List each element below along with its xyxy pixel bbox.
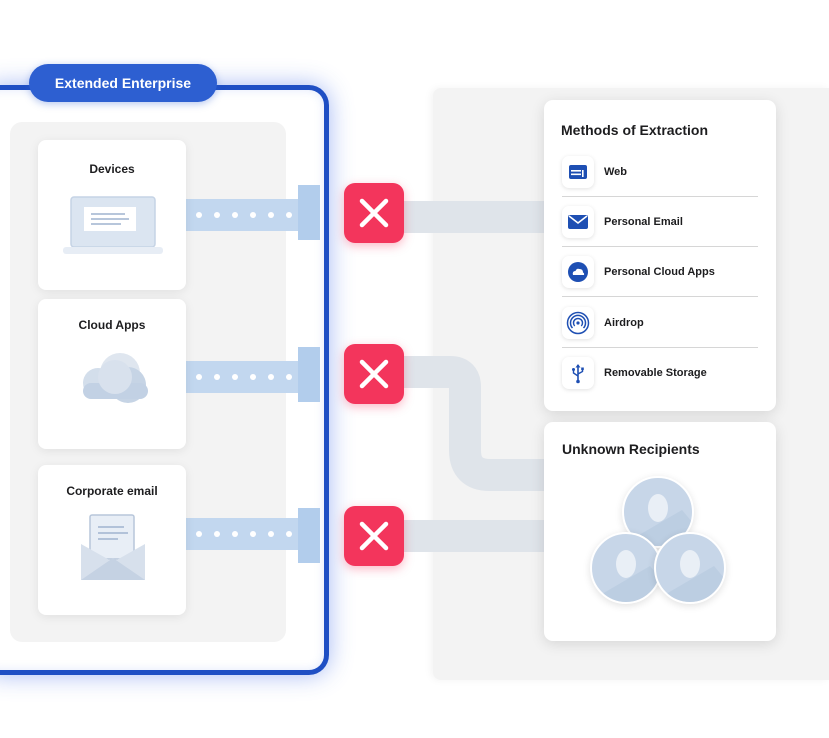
boundary-port-email <box>298 508 320 563</box>
cloud-icon <box>83 353 148 403</box>
unknown-recipients-card: Unknown Recipients <box>544 422 776 641</box>
flow-dot <box>214 531 220 537</box>
method-label-web: Web <box>604 166 628 178</box>
flow-dot <box>268 212 274 218</box>
source-card-cloud-apps: Cloud Apps <box>38 299 186 449</box>
recipients-title: Unknown Recipients <box>562 441 700 457</box>
methods-title: Methods of Extraction <box>561 122 709 138</box>
method-label-airdrop: Airdrop <box>604 317 644 329</box>
source-card-corporate-email: Corporate email <box>38 465 186 615</box>
blocked-x-icon <box>344 183 404 243</box>
flow-dot <box>232 374 238 380</box>
source-card-devices: Devices <box>38 140 186 290</box>
flow-dot <box>214 212 220 218</box>
flow-dot <box>250 531 256 537</box>
divider <box>562 246 758 247</box>
method-label-removable-storage: Removable Storage <box>604 367 707 379</box>
flow-out-email <box>404 520 544 552</box>
cloud-icon <box>562 256 594 288</box>
source-card-title: Corporate email <box>66 484 158 498</box>
flow-out-cloud <box>400 356 550 491</box>
flow-dot <box>286 374 292 380</box>
airdrop-icon <box>562 307 594 339</box>
flow-dot <box>196 374 202 380</box>
methods-of-extraction-card: Methods of Extraction Web Personal Email… <box>544 100 776 411</box>
mail-icon <box>562 206 594 238</box>
flow-out-devices <box>404 201 544 233</box>
browser-window-icon <box>562 156 594 188</box>
boundary-port-devices <box>298 185 320 240</box>
blocked-x-icon <box>344 344 404 404</box>
method-label-personal-cloud-apps: Personal Cloud Apps <box>604 266 715 278</box>
flow-dot <box>250 212 256 218</box>
divider <box>562 196 758 197</box>
flow-dot <box>268 531 274 537</box>
flow-dot <box>268 374 274 380</box>
envelope-icon <box>81 514 145 580</box>
laptop-icon <box>63 196 163 254</box>
flow-dot <box>196 212 202 218</box>
flow-dot <box>286 212 292 218</box>
source-card-title: Devices <box>89 162 135 176</box>
flow-dot <box>286 531 292 537</box>
flow-dot <box>214 374 220 380</box>
boundary-label: Extended Enterprise <box>29 64 217 102</box>
flow-dot <box>232 212 238 218</box>
source-card-title: Cloud Apps <box>78 318 146 332</box>
divider <box>562 347 758 348</box>
flow-dot <box>232 531 238 537</box>
boundary-port-cloud <box>298 347 320 402</box>
method-label-personal-email: Personal Email <box>604 216 683 228</box>
blocked-x-icon <box>344 506 404 566</box>
user-avatar-icon <box>590 532 662 604</box>
flow-dot <box>196 531 202 537</box>
user-avatar-icon <box>654 532 726 604</box>
usb-icon <box>562 357 594 389</box>
divider <box>562 296 758 297</box>
flow-dot <box>250 374 256 380</box>
